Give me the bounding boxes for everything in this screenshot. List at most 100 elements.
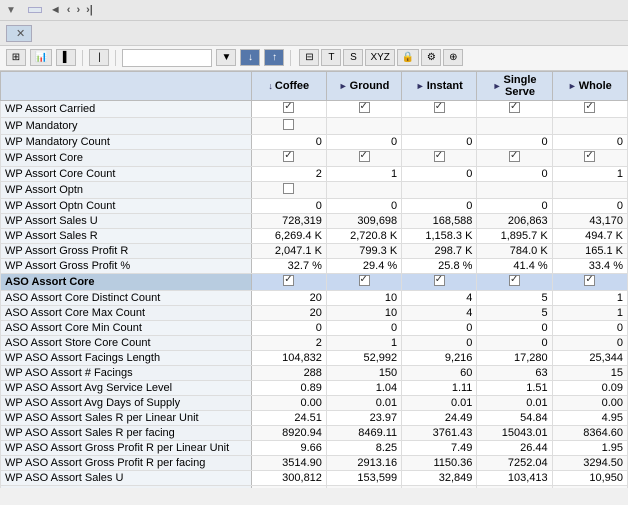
- icon-btn-4[interactable]: XYZ: [365, 49, 394, 66]
- checkbox-checked-0-0[interactable]: [283, 102, 294, 113]
- cell-3-1: [326, 149, 401, 166]
- col-label-1: Ground: [350, 80, 390, 92]
- cell-4-0: 2: [251, 166, 326, 181]
- checkbox-checked-0-2[interactable]: [434, 102, 445, 113]
- nav-last[interactable]: ›|: [84, 4, 95, 16]
- cell-12-1: 10: [326, 290, 401, 305]
- cell-13-4: 1: [552, 305, 627, 320]
- table-row: WP ASO Assort Avg Service Level0.891.041…: [1, 380, 628, 395]
- checkbox-checked-11-1[interactable]: [359, 275, 370, 286]
- cell-24-2: 32,849: [402, 470, 477, 485]
- row-label-8: WP Assort Sales R: [1, 228, 252, 243]
- cell-10-0: 32.7 %: [251, 258, 326, 273]
- checkbox-checked-0-1[interactable]: [359, 102, 370, 113]
- icon-btn-7[interactable]: ⊕: [443, 49, 463, 66]
- row-label-15: ASO Assort Store Core Count: [1, 335, 252, 350]
- toolbar-bar-btn[interactable]: ▌: [56, 49, 76, 66]
- icon-btn-5[interactable]: 🔒: [397, 49, 419, 66]
- toolbar-sep1: [82, 50, 83, 66]
- nav-first[interactable]: ◄: [48, 4, 63, 16]
- table-row: WP ASO Assort Sales R per Linear Unit24.…: [1, 410, 628, 425]
- cell-19-4: 0.00: [552, 395, 627, 410]
- cell-17-0: 288: [251, 365, 326, 380]
- cell-1-0: [251, 117, 326, 134]
- col-header-1[interactable]: ►Ground: [326, 71, 401, 100]
- cell-16-1: 52,992: [326, 350, 401, 365]
- table-row: WP Assort Core: [1, 149, 628, 166]
- checkbox-checked-3-0[interactable]: [283, 151, 294, 162]
- cell-11-0: [251, 273, 326, 290]
- icon-btn-1[interactable]: ⊟: [299, 49, 319, 66]
- collapse-icon[interactable]: ▼: [6, 5, 16, 16]
- row-label-7: WP Assort Sales U: [1, 213, 252, 228]
- icon-btn-3[interactable]: S: [343, 49, 363, 66]
- cell-8-4: 494.7 K: [552, 228, 627, 243]
- nav-prev[interactable]: ‹: [65, 4, 73, 16]
- checkbox-empty-5-0[interactable]: [283, 183, 294, 194]
- cell-4-2: 0: [402, 166, 477, 181]
- checkbox-checked-11-4[interactable]: [584, 275, 595, 286]
- find-dropdown-btn[interactable]: ▼: [216, 49, 236, 66]
- table-row: ASO Assort Core Distinct Count2010451: [1, 290, 628, 305]
- cell-22-2: 7.49: [402, 440, 477, 455]
- col-header-3[interactable]: ►Single Serve: [477, 71, 552, 100]
- cell-14-3: 0: [477, 320, 552, 335]
- icon-btn-2[interactable]: T: [321, 49, 341, 66]
- cell-10-4: 33.4 %: [552, 258, 627, 273]
- checkbox-checked-11-3[interactable]: [509, 275, 520, 286]
- nav-down-btn[interactable]: ↓: [240, 49, 260, 66]
- checkbox-checked-11-0[interactable]: [283, 275, 294, 286]
- col-header-0[interactable]: ↓Coffee: [251, 71, 326, 100]
- cell-7-1: 309,698: [326, 213, 401, 228]
- checkbox-checked-3-2[interactable]: [434, 151, 445, 162]
- location-close-icon[interactable]: ✕: [16, 27, 25, 40]
- col-label-4: Whole: [579, 80, 612, 92]
- data-table: ↓Coffee►Ground►Instant►Single Serve►Whol…: [0, 71, 628, 488]
- cell-5-0: [251, 181, 326, 198]
- checkbox-checked-3-1[interactable]: [359, 151, 370, 162]
- table-row: WP Assort Sales U728,319309,698168,58820…: [1, 213, 628, 228]
- icon-btn-6[interactable]: ⚙: [421, 49, 441, 66]
- checkbox-checked-0-3[interactable]: [509, 102, 520, 113]
- toolbar-chart-btn[interactable]: 📊: [30, 49, 52, 66]
- nav-up-btn[interactable]: ↑: [264, 49, 284, 66]
- row-label-14: ASO Assort Core Min Count: [1, 320, 252, 335]
- cell-4-3: 0: [477, 166, 552, 181]
- cell-19-2: 0.01: [402, 395, 477, 410]
- table-row: WP Assort Optn Count00000: [1, 198, 628, 213]
- toolbar-line-btn[interactable]: |: [89, 49, 109, 66]
- location-button[interactable]: [28, 7, 42, 13]
- row-label-16: WP ASO Assort Facings Length: [1, 350, 252, 365]
- checkbox-checked-3-4[interactable]: [584, 151, 595, 162]
- cell-12-2: 4: [402, 290, 477, 305]
- cell-13-3: 5: [477, 305, 552, 320]
- cell-23-4: 3294.50: [552, 455, 627, 470]
- cell-20-3: 54.84: [477, 410, 552, 425]
- find-input[interactable]: [122, 49, 212, 67]
- cell-1-3: [477, 117, 552, 134]
- col-label-2: Instant: [427, 80, 463, 92]
- row-label-4: WP Assort Core Count: [1, 166, 252, 181]
- checkbox-checked-0-4[interactable]: [584, 102, 595, 113]
- cell-9-4: 165.1 K: [552, 243, 627, 258]
- cell-16-3: 17,280: [477, 350, 552, 365]
- cell-11-3: [477, 273, 552, 290]
- toolbar-grid-btn[interactable]: ⊞: [6, 49, 26, 66]
- checkbox-empty-1-0[interactable]: [283, 119, 294, 130]
- cell-10-2: 25.8 %: [402, 258, 477, 273]
- cell-8-0: 6,269.4 K: [251, 228, 326, 243]
- cell-12-3: 5: [477, 290, 552, 305]
- table-row: WP Assort Core Count21001: [1, 166, 628, 181]
- col-header-4[interactable]: ►Whole: [552, 71, 627, 100]
- row-label-6: WP Assort Optn Count: [1, 198, 252, 213]
- col-header-2[interactable]: ►Instant: [402, 71, 477, 100]
- row-label-25: WP ASO Assort Sales R: [1, 485, 252, 488]
- cell-19-0: 0.00: [251, 395, 326, 410]
- nav-next[interactable]: ›: [74, 4, 82, 16]
- cell-12-4: 1: [552, 290, 627, 305]
- row-label-20: WP ASO Assort Sales R per Linear Unit: [1, 410, 252, 425]
- checkbox-checked-11-2[interactable]: [434, 275, 445, 286]
- cell-8-1: 2,720.8 K: [326, 228, 401, 243]
- table-container[interactable]: ↓Coffee►Ground►Instant►Single Serve►Whol…: [0, 71, 628, 488]
- checkbox-checked-3-3[interactable]: [509, 151, 520, 162]
